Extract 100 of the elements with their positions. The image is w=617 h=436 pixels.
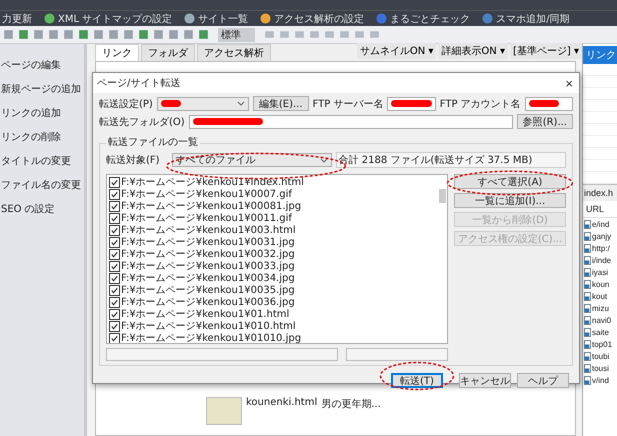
file-path: F:¥ホームページ¥kenkou1¥01.html <box>121 308 290 321</box>
panel-subheader: index.h <box>583 185 617 201</box>
thumbnail-title: 男の更年期... <box>321 398 381 411</box>
tool-icon[interactable] <box>77 28 90 41</box>
tool-icon[interactable] <box>122 28 135 41</box>
file-path: F:¥ホームページ¥kenkou1¥01010.jpg <box>121 332 302 343</box>
tool-icon[interactable] <box>47 28 60 41</box>
url-item[interactable]: e/ind <box>592 220 610 228</box>
file-path: F:¥ホームページ¥kenkou1¥0035.jpg <box>121 284 295 297</box>
url-item[interactable]: kout <box>592 292 608 300</box>
checkbox[interactable] <box>109 224 120 236</box>
menu-item[interactable]: 力更新 <box>0 12 34 26</box>
tool-icon[interactable] <box>107 28 120 41</box>
close-button[interactable]: × <box>563 76 575 90</box>
chevron-down-icon <box>320 158 328 162</box>
checkbox[interactable] <box>109 284 120 296</box>
url-item[interactable]: v/ind <box>592 376 609 384</box>
destination-folder-field[interactable] <box>188 114 513 128</box>
checkbox[interactable] <box>109 212 120 224</box>
tab[interactable]: リンク <box>95 44 139 61</box>
column-header: URL <box>583 201 617 218</box>
style-select[interactable]: 標準 <box>218 28 255 42</box>
checkbox[interactable] <box>109 188 120 200</box>
tool-icon[interactable] <box>152 28 165 41</box>
url-item[interactable]: http:/ <box>592 244 610 252</box>
dialog-button[interactable]: 転送(T) <box>391 373 443 388</box>
checkbox[interactable] <box>109 308 120 320</box>
sidebar-item[interactable]: リンクの追加 <box>0 106 84 120</box>
sidebar-item[interactable]: タイトルの変更 <box>0 154 84 168</box>
tab[interactable]: アクセス解析 <box>197 44 271 61</box>
thumbnail-filename: kounenki.html <box>246 397 318 408</box>
url-item[interactable]: saite <box>592 328 609 336</box>
tool-icon[interactable] <box>182 28 195 41</box>
file-path: F:¥ホームページ¥kenkou1¥003.html <box>121 224 296 237</box>
checkbox[interactable] <box>109 236 120 248</box>
transfer-setting-dropdown[interactable] <box>156 96 249 110</box>
tool-icon[interactable] <box>32 28 45 41</box>
tool-icon[interactable] <box>137 28 150 41</box>
tool-icon[interactable] <box>167 28 180 41</box>
checkbox[interactable] <box>109 200 120 212</box>
scrollbar[interactable] <box>439 189 446 203</box>
ftp-account-field[interactable] <box>524 96 574 110</box>
dialog-title: ページ/サイト転送 <box>97 77 180 90</box>
tool-icon[interactable] <box>92 28 105 41</box>
checkbox[interactable] <box>109 332 120 343</box>
ftp-server-field[interactable] <box>387 96 436 110</box>
url-item[interactable]: mizu <box>592 304 609 312</box>
view-option-dropdown[interactable]: サムネイルON ▾ <box>356 43 436 59</box>
menu-item-icon <box>260 13 272 24</box>
tool-icon[interactable] <box>197 28 210 41</box>
sidebar-item[interactable]: 新規ページの追加 <box>0 82 84 96</box>
tab[interactable]: フォルダ <box>141 44 195 61</box>
field-label: 転送先フォルダ(O) <box>99 116 185 128</box>
checkbox[interactable] <box>109 272 120 284</box>
panel-header: リンク <box>583 46 617 64</box>
checkbox[interactable] <box>109 320 120 332</box>
menu-item[interactable]: スマホ追加/同期 <box>480 12 572 26</box>
checkbox[interactable] <box>109 296 120 308</box>
view-option-dropdown[interactable]: [基準ページ] ▾ <box>510 43 582 59</box>
dialog-button[interactable]: キャンセル <box>459 373 511 388</box>
file-path: F:¥ホームページ¥kenkou1¥0032.jpg <box>121 248 295 261</box>
edit-button[interactable]: 編集(E)... <box>252 96 309 111</box>
file-path: F:¥ホームページ¥kenkou1¥00081.jpg <box>121 200 302 213</box>
checkbox[interactable] <box>109 260 120 272</box>
sidebar-item[interactable]: リンクの削除 <box>0 130 84 144</box>
sidebar-item[interactable]: ページの編集 <box>0 58 84 72</box>
sidebar-item[interactable]: SEO の設定 <box>0 202 84 216</box>
url-item[interactable]: toubi <box>592 352 610 360</box>
list-action-button[interactable]: すべて選択(A) <box>454 174 566 189</box>
file-path: F:¥ホームページ¥kenkou1¥0007.gif <box>121 188 292 201</box>
sidebar-item[interactable]: ファイル名の変更 <box>0 178 84 192</box>
url-item[interactable]: tousi <box>592 364 609 372</box>
summary-text: 合計 2188 ファイル(転送サイズ 37.5 MB) <box>336 152 566 168</box>
tool-icon[interactable] <box>17 28 30 41</box>
field-label: FTP サーバー名 <box>312 98 384 110</box>
menu-item[interactable]: XML サイトマップの設定 <box>42 12 174 26</box>
page-thumbnail[interactable] <box>206 397 242 425</box>
url-item[interactable]: navi0 <box>592 316 612 324</box>
checkbox[interactable] <box>109 248 120 260</box>
url-item[interactable]: iyasi <box>592 268 608 276</box>
url-item[interactable]: koun <box>592 280 610 288</box>
list-action-button[interactable]: 一覧に追加(I)... <box>454 193 566 208</box>
file-path: F:¥ホームページ¥kenkou1¥010.html <box>121 320 296 333</box>
url-item[interactable]: i/inde <box>592 256 612 264</box>
tool-icon[interactable] <box>2 28 15 41</box>
file-path: F:¥ホームページ¥kenkou1¥index.html <box>121 176 304 189</box>
tool-icon[interactable] <box>62 28 75 41</box>
checkbox[interactable] <box>109 176 120 188</box>
menu-item[interactable]: アクセス解析の設定 <box>258 12 366 26</box>
file-path: F:¥ホームページ¥kenkou1¥0033.jpg <box>121 260 295 273</box>
menu-item[interactable]: まるごとチェック <box>374 12 472 26</box>
field-label: 転送設定(P) <box>99 98 153 110</box>
view-option-dropdown[interactable]: 詳細表示ON ▾ <box>438 43 508 59</box>
file-path: F:¥ホームページ¥kenkou1¥0034.jpg <box>121 272 295 285</box>
menu-item[interactable]: サイト一覧 <box>182 12 250 26</box>
url-item[interactable]: top01 <box>592 340 612 348</box>
browse-button[interactable]: 参照(R)... <box>516 114 573 129</box>
menu-item-icon <box>44 13 55 24</box>
url-item[interactable]: ganjy <box>592 232 612 240</box>
dialog-button[interactable]: ヘルプ <box>517 373 569 388</box>
